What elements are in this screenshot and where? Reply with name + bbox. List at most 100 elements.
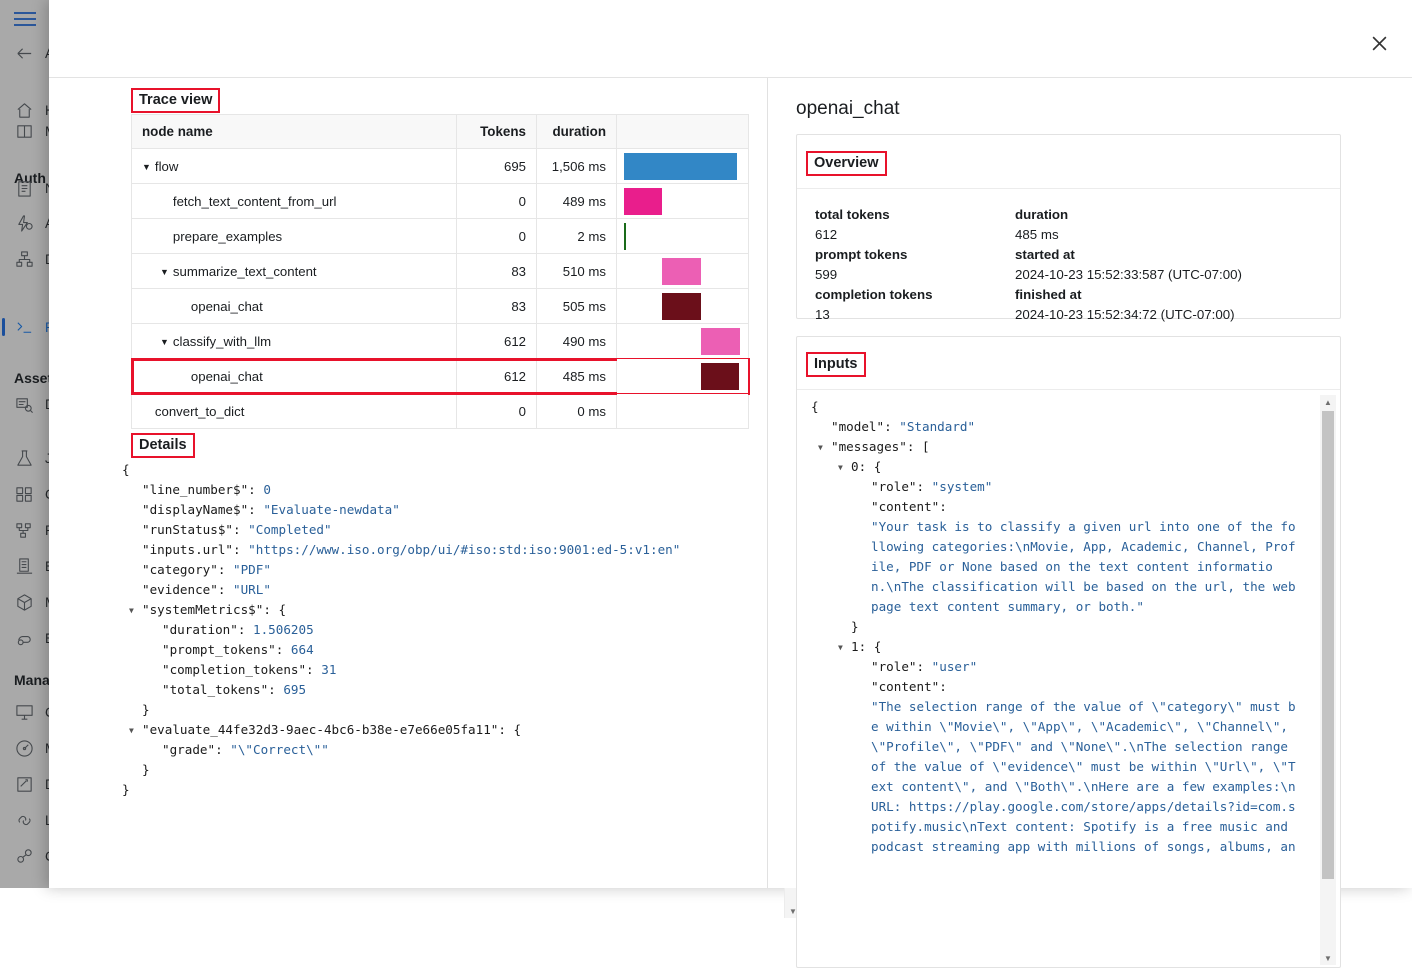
- jobs-flask-icon: [14, 448, 34, 468]
- trace-node-name: convert_to_dict: [155, 404, 244, 419]
- json-line: }: [122, 780, 762, 800]
- trace-node-name: fetch_text_content_from_url: [173, 194, 336, 209]
- menu-icon[interactable]: [14, 8, 40, 30]
- endpoints-icon: [14, 628, 34, 648]
- table-row[interactable]: ▼fetch_text_content_from_url0489 ms: [132, 184, 749, 219]
- arrow-left-icon: [14, 43, 34, 63]
- trace-node-name-cell[interactable]: ▼openai_chat: [132, 359, 457, 394]
- json-value: {: [874, 459, 882, 474]
- table-row[interactable]: ▼openai_chat612485 ms: [132, 359, 749, 394]
- inputs-scrollbar[interactable]: ▲ ▼: [1320, 395, 1336, 965]
- nav-section-heading: Asset: [14, 370, 52, 386]
- chevron-down-icon[interactable]: ▼: [129, 721, 134, 741]
- json-line: "completion_tokens": 31: [122, 660, 762, 680]
- chevron-down-icon[interactable]: ▼: [818, 438, 823, 458]
- json-string-value: URL: https://play.google.com/store/apps/…: [871, 799, 1296, 814]
- table-row[interactable]: ▼summarize_text_content83510 ms: [132, 254, 749, 289]
- trace-node-name-cell[interactable]: ▼flow: [132, 149, 457, 184]
- json-punctuation: {: [122, 462, 130, 477]
- json-string-value: ext content\", and \"Both\".\nHere are a…: [871, 779, 1296, 794]
- trace-timeline-cell: [617, 359, 749, 394]
- json-punctuation: }: [142, 762, 150, 777]
- json-line: "evidence": "URL": [122, 580, 762, 600]
- trace-timeline-cell: [617, 324, 749, 359]
- notebook-icon: [14, 178, 34, 198]
- json-line: page text content summary, or both.": [811, 597, 1303, 617]
- json-line: "The selection range of the value of \"c…: [811, 697, 1303, 717]
- json-key: "line_number$":: [142, 482, 263, 497]
- json-key: "content":: [871, 679, 947, 694]
- inputs-json-viewer[interactable]: ▼{"model": "Standard"▼"messages": [▼0: {…: [811, 397, 1303, 963]
- trace-node-name: classify_with_llm: [173, 334, 271, 349]
- json-key: "total_tokens":: [162, 682, 283, 697]
- trace-node-name-cell[interactable]: ▼openai_chat: [132, 289, 457, 324]
- trace-node-name-cell[interactable]: ▼convert_to_dict: [132, 394, 457, 429]
- json-string-value: potify.music\nText content: Spotify is a…: [871, 819, 1288, 834]
- table-row[interactable]: ▼flow6951,506 ms: [132, 149, 749, 184]
- json-line: ▼"evaluate_44fe32d3-9aec-4bc6-b38e-e7e66…: [122, 720, 762, 740]
- timeline-bar: [624, 188, 662, 215]
- trace-duration-cell: 505 ms: [537, 289, 617, 324]
- table-row[interactable]: ▼classify_with_llm612490 ms: [132, 324, 749, 359]
- json-line: "role": "user": [811, 657, 1303, 677]
- json-line: potify.music\nText content: Spotify is a…: [811, 817, 1303, 837]
- table-row[interactable]: ▼openai_chat83505 ms: [132, 289, 749, 324]
- scrollbar-thumb[interactable]: [1322, 411, 1334, 879]
- chevron-down-icon[interactable]: ▼: [160, 337, 169, 347]
- trace-node-name-cell[interactable]: ▼fetch_text_content_from_url: [132, 184, 457, 219]
- overview-field-value: 612: [815, 225, 1015, 245]
- scroll-up-icon[interactable]: ▲: [1320, 395, 1336, 409]
- json-line: "total_tokens": 695: [122, 680, 762, 700]
- trace-tokens-cell: 695: [457, 149, 537, 184]
- json-string-value: of the value of \"evidence\" must be wit…: [871, 759, 1296, 774]
- chevron-down-icon[interactable]: ▼: [838, 638, 843, 658]
- components-icon: [14, 484, 34, 504]
- chevron-down-icon[interactable]: ▼: [129, 601, 134, 621]
- trace-node-name-cell[interactable]: ▼ summarize_text_content: [132, 254, 457, 289]
- compute-icon: [14, 702, 34, 722]
- trace-tokens-cell: 0: [457, 184, 537, 219]
- json-value: {: [278, 602, 286, 617]
- column-header-node-name[interactable]: node name: [132, 115, 457, 149]
- json-value: {: [514, 722, 522, 737]
- trace-node-name-cell[interactable]: ▼prepare_examples: [132, 219, 457, 254]
- json-line: URL: https://play.google.com/store/apps/…: [811, 797, 1303, 817]
- scroll-down-icon[interactable]: ▼: [1320, 951, 1336, 965]
- table-row[interactable]: ▼prepare_examples02 ms: [132, 219, 749, 254]
- trace-timeline-cell: [617, 184, 749, 219]
- json-key: "role":: [871, 479, 932, 494]
- json-value: "PDF": [233, 562, 271, 577]
- trace-node-name-cell[interactable]: ▼ classify_with_llm: [132, 324, 457, 359]
- selection-indicator: [2, 318, 5, 336]
- environments-icon: [14, 556, 34, 576]
- trace-table-header-row: node name Tokens duration: [132, 115, 749, 149]
- chevron-down-icon[interactable]: ▼: [142, 162, 151, 172]
- json-line: "grade": "\"Correct\"": [122, 740, 762, 760]
- json-line: ▼"messages": [: [811, 437, 1303, 457]
- automl-icon: [14, 213, 34, 233]
- overview-field-label: completion tokens: [815, 285, 1015, 305]
- timeline-bar: [624, 223, 626, 250]
- trace-tokens-cell: 0: [457, 394, 537, 429]
- chevron-down-icon[interactable]: ▼: [838, 458, 843, 478]
- json-key: "inputs.url":: [142, 542, 248, 557]
- connections-icon: [14, 846, 34, 866]
- trace-duration-cell: 485 ms: [537, 359, 617, 394]
- json-line: "content":: [811, 677, 1303, 697]
- json-line: ▼0: {: [811, 457, 1303, 477]
- close-icon[interactable]: [1364, 28, 1394, 58]
- table-row[interactable]: ▼convert_to_dict00 ms: [132, 394, 749, 429]
- json-key: "messages":: [831, 439, 922, 454]
- chevron-down-icon[interactable]: ▼: [160, 267, 169, 277]
- column-header-duration[interactable]: duration: [537, 115, 617, 149]
- overlay-topbar: [49, 0, 1412, 78]
- column-header-tokens[interactable]: Tokens: [457, 115, 537, 149]
- json-line: "role": "system": [811, 477, 1303, 497]
- overview-label: Overview: [806, 151, 887, 176]
- json-value: "https://www.iso.org/obp/ui/#iso:std:iso…: [248, 542, 680, 557]
- details-json-viewer[interactable]: ▼{"line_number$": 0"displayName$": "Eval…: [122, 460, 762, 872]
- trace-node-name: openai_chat: [191, 369, 263, 384]
- json-string-value: "The selection range of the value of \"c…: [871, 699, 1296, 714]
- trace-node-name: summarize_text_content: [173, 264, 317, 279]
- json-string-value: ile, PDF or None based on the text conte…: [871, 559, 1273, 574]
